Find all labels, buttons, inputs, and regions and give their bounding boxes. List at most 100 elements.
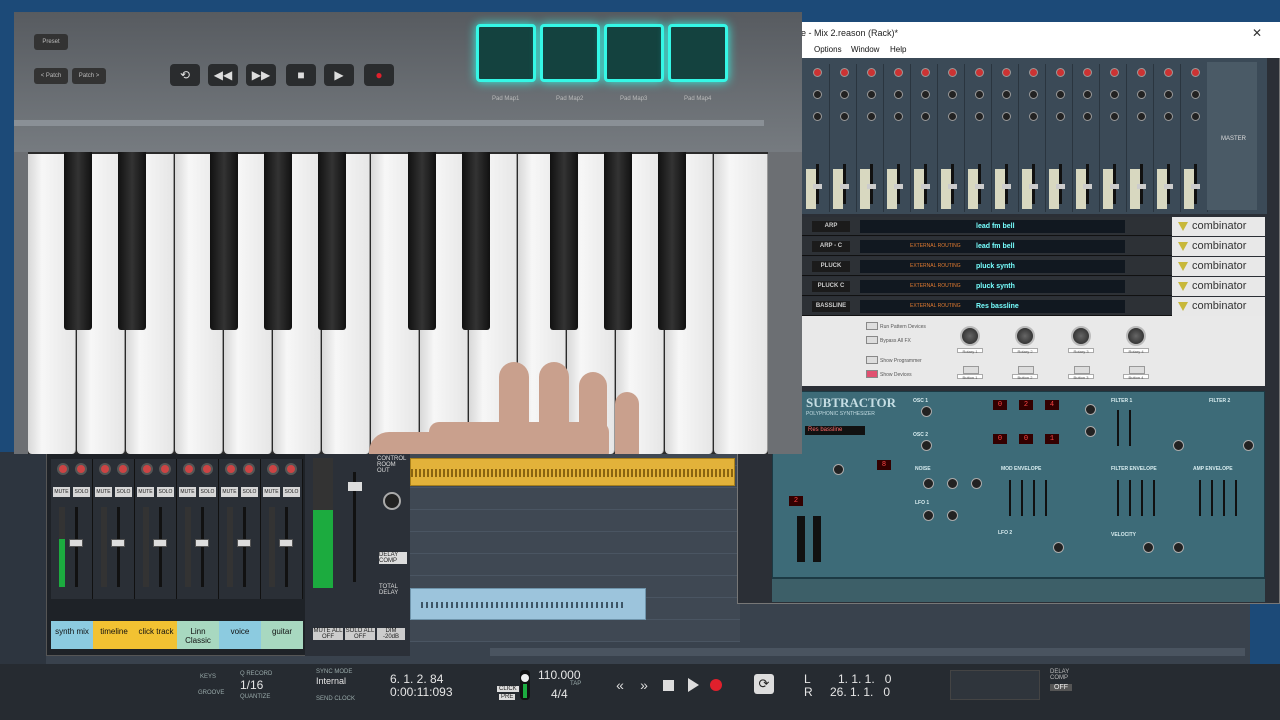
rotary-knob-4[interactable]: [1126, 326, 1146, 346]
fm-knob[interactable]: [1085, 426, 1096, 437]
mod-env-sustain[interactable]: [1033, 480, 1035, 516]
position-bars[interactable]: 6. 1. 2. 84: [390, 672, 443, 686]
mute-button[interactable]: MUTE: [179, 487, 196, 497]
rotary-knob-3[interactable]: [1071, 326, 1091, 346]
osc2-semi[interactable]: 0: [1019, 434, 1033, 444]
osc2-cent[interactable]: 1: [1045, 434, 1059, 444]
solo-button[interactable]: SOLO: [199, 487, 216, 497]
channel-name[interactable]: click track: [135, 621, 177, 649]
polyphony-display[interactable]: 8: [877, 460, 891, 470]
osc1-semi[interactable]: 2: [1019, 400, 1033, 410]
subtractor-patch-display[interactable]: Res bassline: [805, 426, 865, 435]
filter1-res-fader[interactable]: [1129, 410, 1131, 446]
record-icon[interactable]: [710, 679, 722, 691]
audio-clip-timeline[interactable]: [410, 458, 735, 486]
delay-comp-toggle[interactable]: OFF: [1050, 684, 1072, 691]
channel-fader[interactable]: [69, 539, 83, 547]
combi-button-2[interactable]: [1018, 366, 1034, 374]
tempo-display[interactable]: 110.000: [538, 668, 581, 682]
pitch-wheel[interactable]: [797, 516, 805, 562]
channel-fader[interactable]: [279, 539, 293, 547]
solo-button[interactable]: SOLO: [73, 487, 90, 497]
mute-button[interactable]: MUTE: [95, 487, 112, 497]
sync-mode-select[interactable]: Internal: [316, 676, 346, 686]
mixer-fader[interactable]: [1056, 184, 1065, 189]
device-name[interactable]: PLUCK: [812, 261, 850, 272]
patch-name[interactable]: pluck synth: [976, 280, 1015, 293]
device-name[interactable]: ARP: [812, 221, 850, 232]
fast-forward-icon[interactable]: »: [634, 675, 654, 695]
mod-env-attack[interactable]: [1009, 480, 1011, 516]
filter1-freq-knob[interactable]: [1173, 440, 1184, 451]
control-room-knob[interactable]: [383, 492, 401, 510]
close-icon[interactable]: ✕: [1252, 26, 1262, 40]
device-name[interactable]: PLUCK C: [812, 281, 850, 292]
filter2-freq-knob[interactable]: [1243, 440, 1254, 451]
time-signature[interactable]: 4/4: [551, 687, 568, 701]
patch-name[interactable]: pluck synth: [976, 260, 1015, 273]
stop-icon[interactable]: [663, 680, 674, 691]
bypass-fx-toggle[interactable]: [866, 336, 878, 344]
amp-env-attack[interactable]: [1199, 480, 1201, 516]
rewind-icon[interactable]: «: [610, 675, 630, 695]
show-programmer-toggle[interactable]: [866, 356, 878, 364]
tap-button[interactable]: TAP: [570, 681, 581, 687]
dim-button[interactable]: DIM -20dB: [377, 628, 405, 640]
mixer-fader[interactable]: [840, 184, 849, 189]
combi-button-3[interactable]: [1074, 366, 1090, 374]
mixer-fader[interactable]: [1083, 184, 1092, 189]
master-fader[interactable]: [348, 482, 362, 491]
loop-icon[interactable]: ⟳: [754, 674, 774, 694]
run-pattern-toggle[interactable]: [866, 322, 878, 330]
channel-fader[interactable]: [237, 539, 251, 547]
mixer-fader[interactable]: [1110, 184, 1119, 189]
noise-level-knob[interactable]: [971, 478, 982, 489]
filter-env-sustain[interactable]: [1141, 480, 1143, 516]
solo-button[interactable]: SOLO: [241, 487, 258, 497]
rotary-knob-2[interactable]: [1015, 326, 1035, 346]
combi-button-1[interactable]: [963, 366, 979, 374]
quantize-select[interactable]: 1/16: [240, 678, 263, 692]
audio-clip-voice[interactable]: [410, 588, 646, 620]
amp-env-decay[interactable]: [1211, 480, 1213, 516]
osc1-oct[interactable]: 0: [993, 400, 1007, 410]
velocity-freq-knob[interactable]: [1173, 542, 1184, 553]
noise-color-knob[interactable]: [947, 478, 958, 489]
menu-window[interactable]: Window: [851, 45, 879, 54]
show-devices-toggle[interactable]: [866, 370, 878, 378]
osc2-knob[interactable]: [921, 440, 932, 451]
solo-button[interactable]: SOLO: [115, 487, 132, 497]
filter-env-release[interactable]: [1153, 480, 1155, 516]
lfo1-rate-knob[interactable]: [923, 510, 934, 521]
osc1-cent[interactable]: 4: [1045, 400, 1059, 410]
mixer-fader[interactable]: [948, 184, 957, 189]
mixer-fader[interactable]: [921, 184, 930, 189]
patch-name[interactable]: lead fm bell: [976, 240, 1015, 253]
loop-left-position[interactable]: 1. 1. 1. 0: [838, 672, 891, 686]
channel-name[interactable]: guitar: [261, 621, 303, 649]
filter-env-attack[interactable]: [1117, 480, 1119, 516]
mixer-fader[interactable]: [1164, 184, 1173, 189]
osc1-knob[interactable]: [921, 406, 932, 417]
mixer-fader[interactable]: [1002, 184, 1011, 189]
channel-fader[interactable]: [111, 539, 125, 547]
menu-help[interactable]: Help: [890, 45, 906, 54]
mod-env-release[interactable]: [1045, 480, 1047, 516]
velocity-amp-knob[interactable]: [1143, 542, 1154, 553]
portamento-knob[interactable]: [833, 464, 844, 475]
delay-comp-button[interactable]: DELAY COMP: [379, 552, 407, 564]
channel-name[interactable]: voice: [219, 621, 261, 649]
patch-name[interactable]: Res bassline: [976, 300, 1019, 313]
solo-all-off-button[interactable]: SOLO ALL OFF: [345, 628, 375, 640]
combi-button-4[interactable]: [1129, 366, 1145, 374]
play-icon[interactable]: [688, 678, 699, 692]
solo-button[interactable]: SOLO: [157, 487, 174, 497]
mute-button[interactable]: MUTE: [263, 487, 280, 497]
device-name[interactable]: BASSLINE: [812, 301, 850, 312]
channel-fader[interactable]: [195, 539, 209, 547]
range-display[interactable]: 2: [789, 496, 803, 506]
mixer-fader[interactable]: [975, 184, 984, 189]
menu-options[interactable]: Options: [814, 45, 842, 54]
channel-name[interactable]: Linn Classic: [177, 621, 219, 649]
mute-button[interactable]: MUTE: [221, 487, 238, 497]
